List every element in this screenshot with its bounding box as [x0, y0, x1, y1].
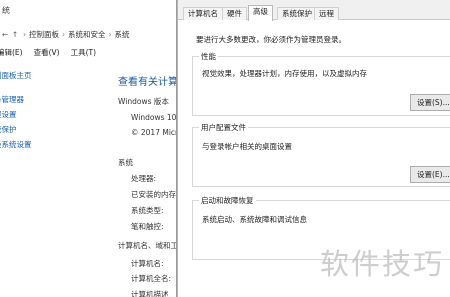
performance-group-title: 性能: [199, 51, 218, 62]
menu-tools[interactable]: 工具(T): [71, 47, 96, 59]
sidebar-link-advanced-settings[interactable]: 级系统设置: [0, 139, 32, 150]
performance-description: 视觉效果，处理器计划，内存使用，以及虚拟内存: [202, 69, 367, 78]
breadcrumb-separator-icon: ›: [23, 29, 26, 39]
processor-label: 处理器:: [131, 174, 157, 183]
system-heading: 系统: [118, 158, 133, 167]
tab-strip: 计算机名 硬件 高级 系统保护 远程: [178, 0, 450, 21]
sidebar-link-control-panel-home[interactable]: 制面板主页: [0, 70, 32, 81]
menu-edit[interactable]: 编辑(E): [0, 47, 23, 59]
system-control-panel-window: 统 ← ↑ › 控制面板 › 系统和安全 › 系统 编辑(E) 查看(V) 工具…: [0, 0, 185, 297]
performance-settings-button[interactable]: 设置(S)...: [410, 94, 450, 111]
sidebar-link-remote-settings[interactable]: 程设置: [0, 109, 17, 120]
admin-note: 要进行大多数更改，你必须作为管理员登录。: [196, 35, 346, 44]
sidebar-link-system-protection[interactable]: 统保护: [0, 124, 17, 135]
copyright-text: © 2017 Micr: [131, 128, 179, 137]
breadcrumb-control-panel[interactable]: 控制面板: [29, 29, 59, 40]
tab-hardware[interactable]: 硬件: [222, 7, 247, 20]
windows-edition-heading: Windows 版本: [118, 97, 169, 106]
tab-system-protection[interactable]: 系统保护: [277, 7, 317, 20]
full-computer-name-label: 计算机全名:: [131, 274, 172, 283]
installed-memory-label: 已安装的内存: [131, 190, 176, 199]
computer-name-label: 计算机名:: [131, 259, 164, 268]
page-title: 查看有关计算: [118, 77, 178, 88]
tab-remote[interactable]: 远程: [314, 7, 339, 20]
performance-group: 性能 视觉效果，处理器计划，内存使用，以及虚拟内存 设置(S)...: [192, 51, 450, 116]
window-title: 统: [2, 6, 10, 15]
menu-view[interactable]: 查看(V): [34, 47, 60, 59]
breadcrumb-system[interactable]: 系统: [115, 29, 130, 40]
computer-description-label: 计算机描述: [131, 290, 169, 297]
breadcrumb-system-security[interactable]: 系统和安全: [68, 29, 106, 40]
watermark: 软件技巧: [319, 247, 444, 281]
user-profiles-settings-button[interactable]: 设置(E)...: [410, 166, 450, 183]
breadcrumb-separator-icon: ›: [108, 29, 112, 39]
user-profiles-group: 用户配置文件 与登录帐户相关的桌面设置 设置(E)...: [192, 122, 450, 187]
up-arrow-icon[interactable]: ↑: [10, 30, 20, 39]
menu-bar: 编辑(E) 查看(V) 工具(T): [0, 47, 185, 59]
tab-advanced[interactable]: 高级: [248, 5, 273, 21]
user-profiles-description: 与登录帐户相关的桌面设置: [202, 142, 292, 151]
tab-computer-name[interactable]: 计算机名: [183, 7, 223, 20]
pen-touch-label: 笔和触控:: [131, 222, 164, 231]
startup-recovery-group-title: 启动和故障恢复: [199, 195, 256, 206]
user-profiles-group-title: 用户配置文件: [199, 122, 248, 133]
computer-name-group-heading: 计算机名、域和工: [118, 241, 178, 250]
system-type-label: 系统类型:: [131, 206, 164, 215]
startup-recovery-description: 系统启动、系统故障和调试信息: [202, 215, 307, 224]
back-arrow-icon[interactable]: ←: [0, 30, 10, 39]
breadcrumb-separator-icon: ›: [62, 29, 65, 39]
sidebar-link-device-manager[interactable]: 备管理器: [0, 94, 24, 105]
address-bar[interactable]: ← ↑ › 控制面板 › 系统和安全 › 系统: [0, 27, 185, 41]
windows-name: Windows 10: [131, 113, 177, 122]
